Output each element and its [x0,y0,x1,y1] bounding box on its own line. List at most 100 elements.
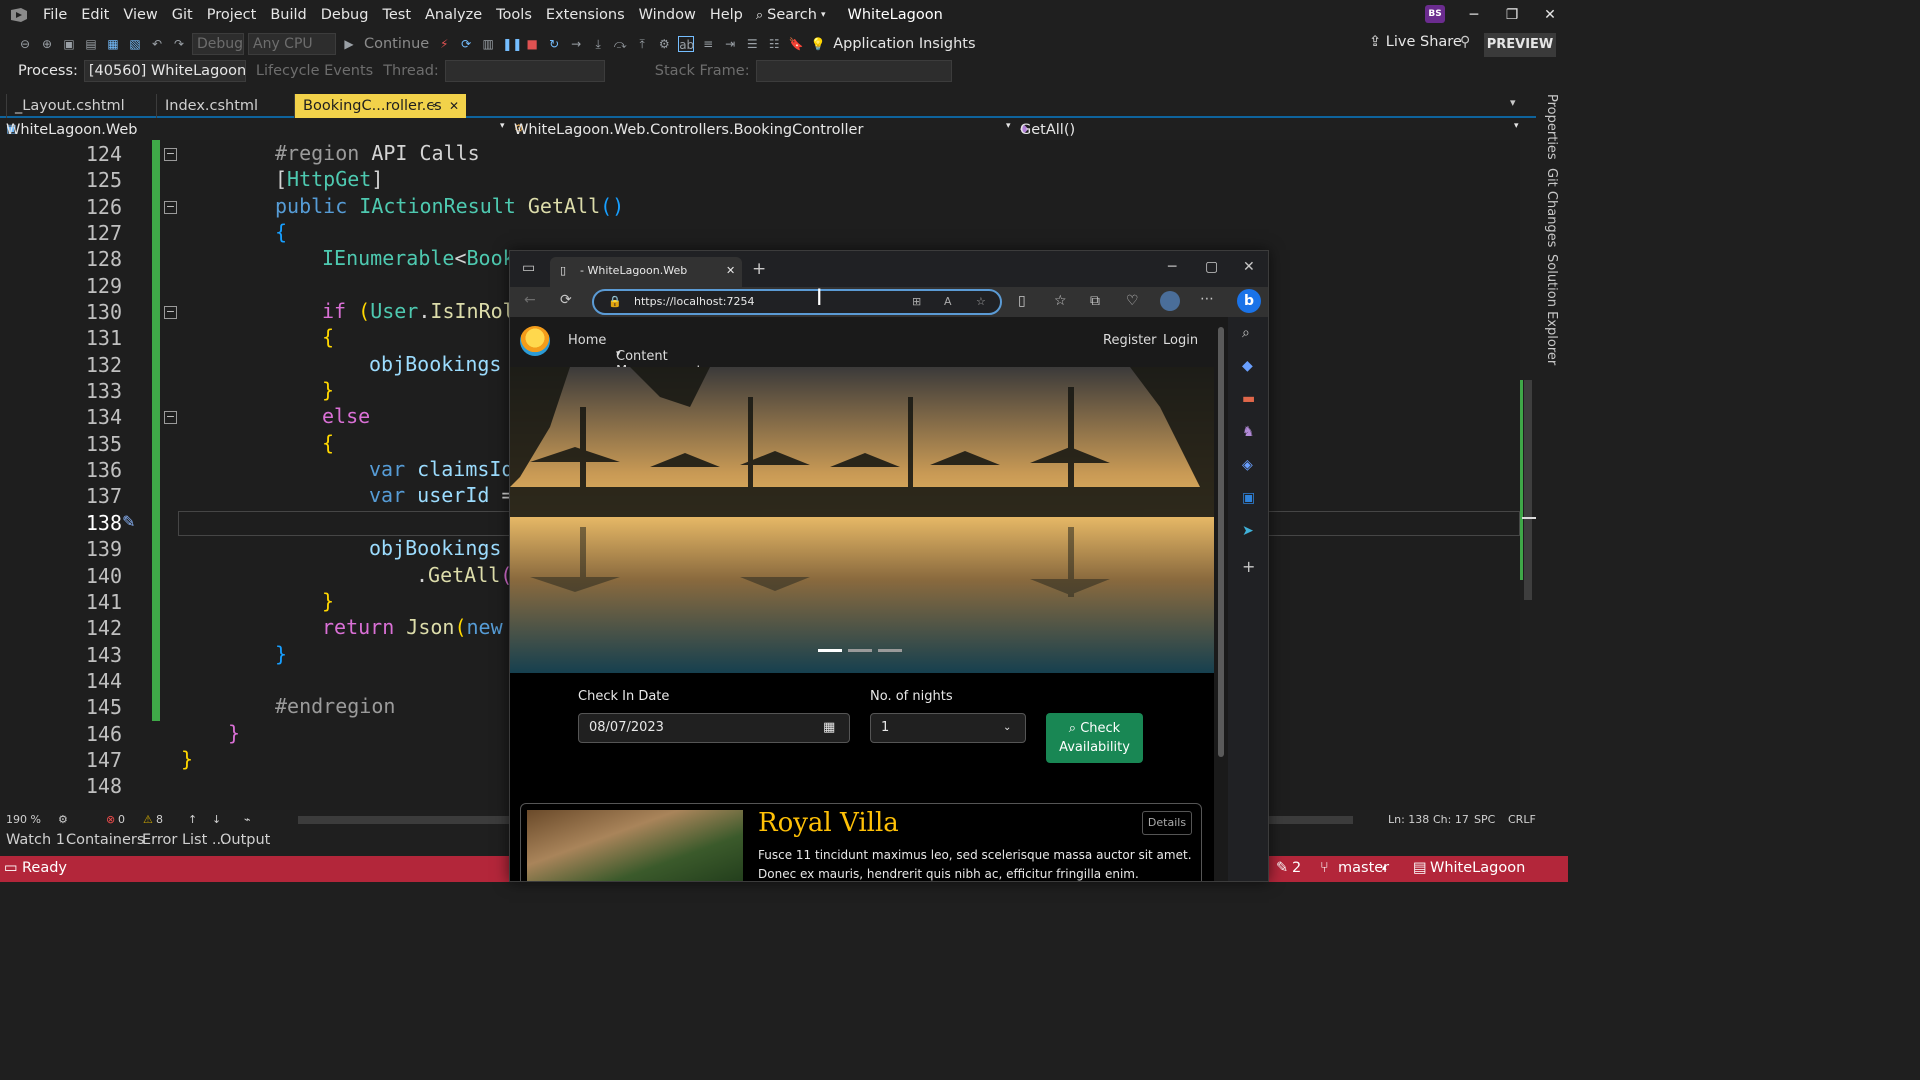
bing-copilot-icon[interactable]: b [1237,289,1261,313]
format-icon[interactable]: ≡ [700,36,716,52]
carousel-indicator[interactable] [878,649,902,652]
menu-view[interactable]: View [116,0,164,30]
site-logo[interactable] [520,326,550,356]
menu-tools[interactable]: Tools [489,0,539,30]
collapse-if-icon[interactable]: − [164,306,177,319]
zoom-level[interactable]: 190 % [6,813,41,826]
read-aloud-icon[interactable]: A [944,291,952,313]
toolbox-icon[interactable]: ▥ [480,36,496,52]
process-select[interactable]: [40560] WhiteLagoon.W [83,60,246,82]
forward-icon[interactable]: ⊕ [39,36,55,52]
line-indicator[interactable]: Ln: 138 [1388,813,1429,826]
details-button[interactable]: Details [1142,811,1192,835]
reload-icon[interactable]: ⟳ [560,292,572,308]
new-item-icon[interactable]: ▣ [61,36,77,52]
back-arrow-icon[interactable]: ← [524,292,536,308]
repository-name[interactable]: WhiteLagoon [1430,860,1525,876]
menu-git[interactable]: Git [165,0,200,30]
menu-window[interactable]: Window [632,0,703,30]
tab-booking-controller[interactable]: BookingC...roller.cs ⊸ ✕ [294,94,466,118]
scrollbar-thumb[interactable] [1524,380,1532,600]
nav-login-link[interactable]: Login [1163,333,1198,348]
save-icon[interactable]: ▦ [105,36,121,52]
diagnostics-icon[interactable]: ⚙ [656,36,672,52]
games-icon[interactable]: ♞ [1242,424,1255,440]
application-insights-button[interactable]: Application Insights [833,36,975,52]
tools-icon[interactable]: ▬ [1242,391,1255,407]
new-tab-icon[interactable]: + [752,259,766,279]
checkin-date-input[interactable]: 08/07/2023 ▦ [578,713,850,743]
brush-icon[interactable]: ⌁ [244,813,251,826]
nights-select[interactable]: 1 ⌄ [870,713,1026,743]
menu-project[interactable]: Project [200,0,264,30]
app-available-icon[interactable]: ⊞ [912,291,921,313]
search-button[interactable]: ⌕ Search ▾ [756,7,826,23]
collections-icon[interactable]: ⧉ [1090,293,1100,309]
menu-build[interactable]: Build [263,0,313,30]
previous-issue-icon[interactable]: ↑ [188,813,197,826]
menu-test[interactable]: Test [375,0,418,30]
pause-icon[interactable]: ❚❚ [502,36,522,52]
split-screen-icon[interactable]: ▯ [1018,293,1026,309]
carousel-indicator-active[interactable] [818,649,842,652]
step-out-icon[interactable]: ⤒ [634,36,650,52]
user-avatar[interactable]: BS [1425,5,1445,23]
git-changes-tab[interactable]: Git Changes [1544,168,1559,247]
whitespace-indicator[interactable]: SPC [1474,813,1495,826]
browser-maximize-icon[interactable]: ▢ [1205,259,1218,275]
undo-icon[interactable]: ↶ [149,36,165,52]
menu-edit[interactable]: Edit [74,0,116,30]
redo-icon[interactable]: ↷ [171,36,187,52]
sidebar-search-icon[interactable]: ⌕ [1242,325,1250,341]
tab-list-icon[interactable]: ▾ [1510,96,1516,109]
open-icon[interactable]: ▤ [83,36,99,52]
collapse-region-icon[interactable]: − [164,148,177,161]
tab-layout-cshtml[interactable]: _Layout.cshtml [6,94,154,118]
heart-icon[interactable]: ♡ [1126,293,1139,309]
show-next-statement-icon[interactable]: → [568,36,584,52]
stack-frame-select[interactable] [755,60,952,82]
line-ending-indicator[interactable]: CRLF [1508,813,1536,826]
pin-icon[interactable]: ⊸ [427,94,436,118]
favorites-icon[interactable]: ☆ [1054,293,1067,309]
feedback-icon[interactable]: ⚲ [1460,34,1470,50]
back-icon[interactable]: ⊖ [17,36,33,52]
next-issue-icon[interactable]: ↓ [212,813,221,826]
uncomment-icon[interactable]: ☷ [766,36,782,52]
browser-close-icon[interactable]: ✕ [1243,259,1255,275]
menu-debug[interactable]: Debug [314,0,376,30]
copilot-icon[interactable]: ◈ [1242,457,1253,473]
restart-icon[interactable]: ↻ [546,36,562,52]
solution-explorer-tab[interactable]: Solution Explorer [1544,254,1559,365]
continue-button[interactable]: Continue [364,36,429,52]
play-icon[interactable]: ▶ [341,36,357,52]
stop-icon[interactable]: ■ [524,36,540,52]
preview-button[interactable]: PREVIEW [1484,33,1556,57]
page-scrollbar[interactable] [1214,317,1228,881]
send-icon[interactable]: ➤ [1242,523,1254,539]
address-bar[interactable]: 🔒 https://localhost:7254 ⊞ A ☆ [592,289,1002,315]
error-count[interactable]: 0 [118,813,125,826]
favorite-star-icon[interactable]: ☆ [976,291,986,313]
indent-icon[interactable]: ⇥ [722,36,738,52]
platform-select[interactable]: Any CPU [248,33,336,55]
add-sidebar-app-icon[interactable]: + [1242,557,1255,576]
quick-actions-icon[interactable]: ✎ [122,512,135,531]
column-indicator[interactable]: Ch: 17 [1433,813,1469,826]
configuration-select[interactable]: Debug [192,33,244,55]
comment-icon[interactable]: ☰ [744,36,760,52]
collapse-else-icon[interactable]: − [164,411,177,424]
properties-tab[interactable]: Properties [1544,94,1559,160]
hero-carousel[interactable] [510,367,1214,673]
browser-tab[interactable]: ▯ - WhiteLagoon.Web ✕ [550,257,742,287]
step-over-icon[interactable]: ⤼ [612,36,628,52]
check-availability-button[interactable]: ⌕ Check Availability [1046,713,1143,763]
pending-changes-count[interactable]: 2 [1292,860,1301,876]
editor-vertical-scrollbar[interactable] [1520,140,1536,810]
lifecycle-events-button[interactable]: Lifecycle Events [256,63,373,79]
warning-count[interactable]: 8 [156,813,163,826]
minimize-icon[interactable]: ─ [1455,0,1493,30]
menu-analyze[interactable]: Analyze [418,0,489,30]
hot-reload-icon[interactable]: ⚡ [436,36,452,52]
tab-output[interactable]: Output [220,832,270,848]
